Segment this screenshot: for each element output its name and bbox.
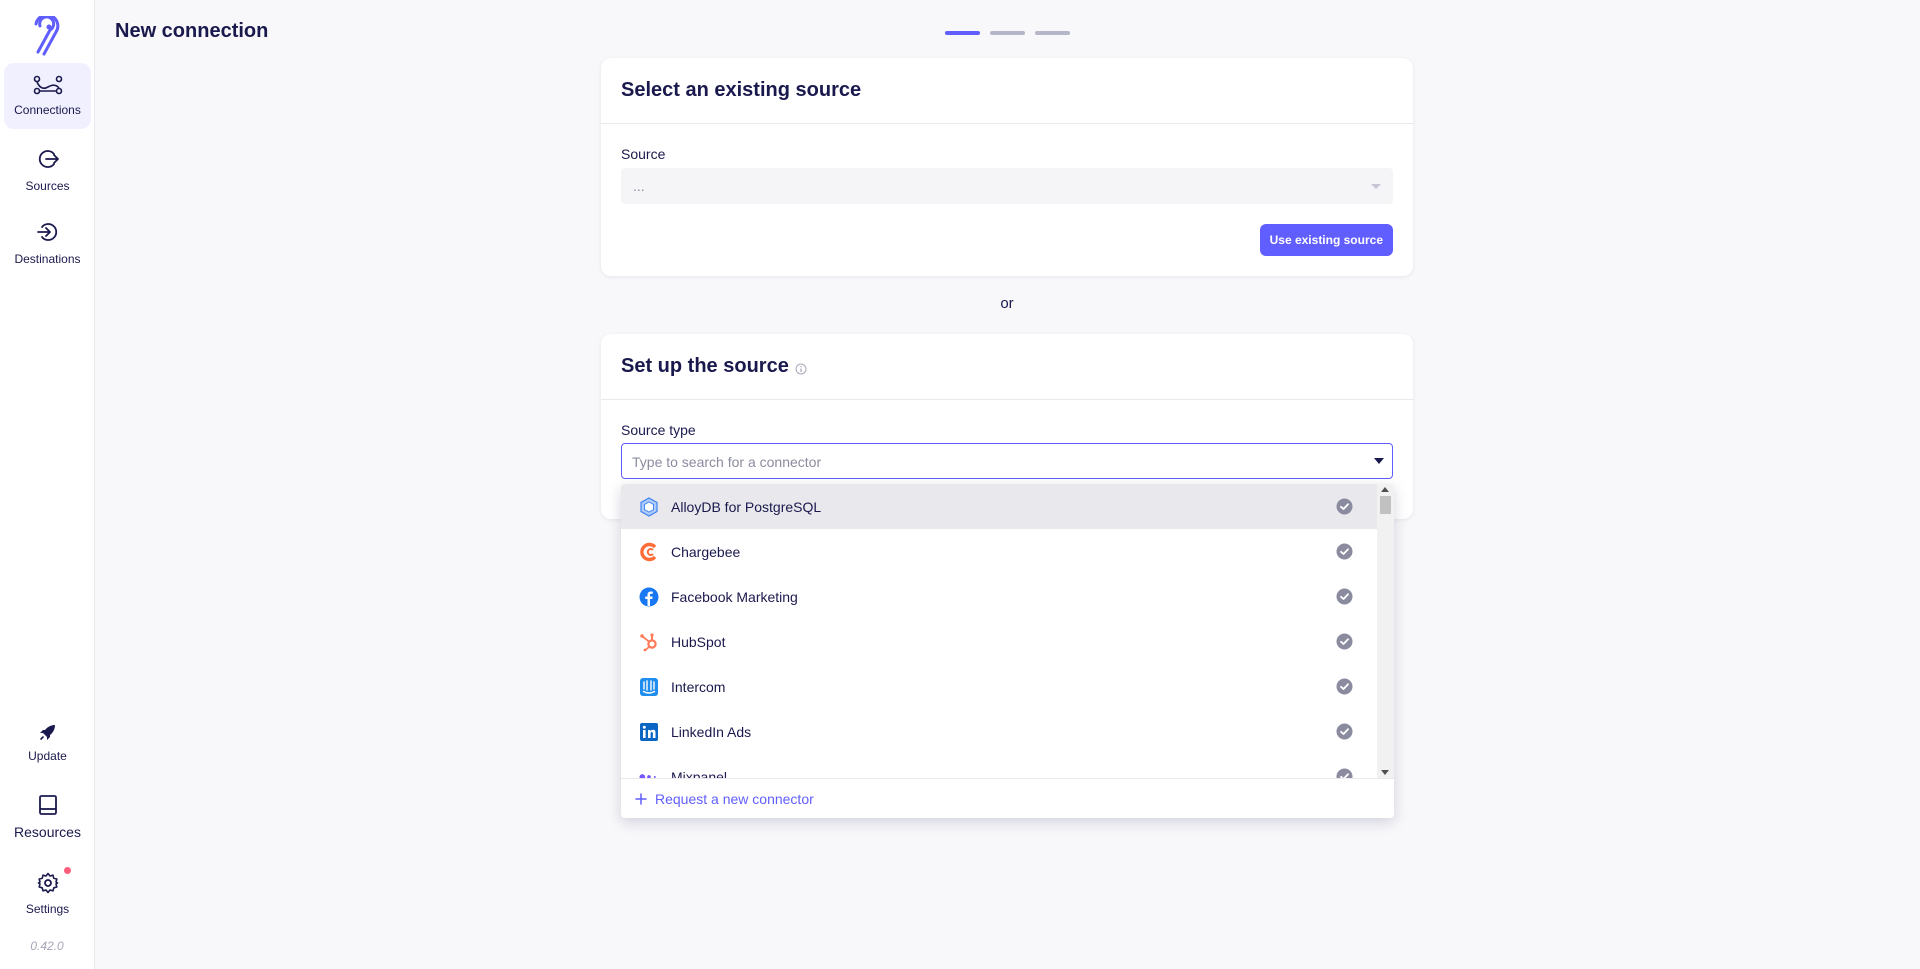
mixpanel-icon	[639, 767, 659, 778]
plus-icon	[635, 792, 647, 805]
certified-check-icon	[1336, 543, 1353, 560]
scroll-up-arrow-icon[interactable]	[1381, 487, 1389, 492]
connector-options: AlloyDB for PostgreSQL Chargebee Faceboo…	[621, 484, 1377, 778]
sidebar-item-label: Sources	[25, 179, 70, 193]
option-mixpanel[interactable]: Mixpanel	[621, 754, 1377, 778]
app-version: 0.42.0	[30, 939, 64, 953]
sources-icon	[38, 150, 59, 168]
existing-source-card: Select an existing source Source ... Use…	[601, 58, 1413, 276]
step-2	[990, 31, 1025, 35]
connector-search-input[interactable]	[622, 444, 1354, 480]
card-title: Select an existing source	[601, 58, 1413, 124]
request-label: Request a new connector	[655, 790, 814, 807]
notification-badge	[62, 865, 73, 876]
option-hubspot[interactable]: HubSpot	[621, 619, 1377, 664]
option-intercom[interactable]: Intercom	[621, 664, 1377, 709]
step-1	[945, 31, 980, 35]
option-label: Facebook Marketing	[671, 588, 798, 605]
option-label: Intercom	[671, 678, 726, 695]
intercom-icon	[639, 677, 659, 697]
sidebar-item-label: Connections	[14, 103, 81, 117]
alloydb-icon	[639, 496, 659, 517]
card-title: Set up the source	[621, 355, 789, 377]
certified-check-icon	[1336, 498, 1353, 515]
sidebar-item-resources[interactable]: Resources	[4, 784, 91, 850]
use-existing-source-button[interactable]: Use existing source	[1259, 224, 1393, 256]
sidebar-item-settings[interactable]: Settings	[4, 861, 91, 927]
card-header: Set up the source	[601, 334, 1413, 400]
step-3	[1035, 31, 1070, 35]
source-select: ...	[621, 168, 1393, 204]
sidebar: Connections Sources Destinations Update …	[0, 0, 95, 969]
connector-dropdown: AlloyDB for PostgreSQL Chargebee Faceboo…	[621, 484, 1394, 818]
certified-check-icon	[1336, 588, 1353, 605]
option-alloydb[interactable]: AlloyDB for PostgreSQL	[621, 484, 1377, 529]
source-select-value: ...	[633, 178, 645, 194]
connections-icon	[33, 75, 62, 95]
hubspot-icon	[639, 632, 659, 652]
source-type-select[interactable]	[621, 443, 1393, 480]
option-linkedin-ads[interactable]: LinkedIn Ads	[621, 709, 1377, 754]
source-type-label: Source type	[621, 422, 696, 438]
certified-check-icon	[1336, 723, 1353, 740]
linkedin-icon	[639, 722, 659, 742]
sidebar-item-label: Destinations	[14, 252, 81, 266]
rocket-icon	[39, 725, 55, 740]
option-chargebee[interactable]: Chargebee	[621, 529, 1377, 574]
destinations-icon	[36, 223, 57, 241]
scroll-down-arrow-icon[interactable]	[1381, 770, 1389, 775]
chargebee-icon	[639, 542, 659, 562]
certified-check-icon	[1336, 678, 1353, 695]
chevron-down-icon[interactable]	[1374, 458, 1384, 464]
page-title: New connection	[115, 20, 269, 42]
airbyte-logo-icon[interactable]	[28, 16, 66, 56]
dropdown-scrollbar[interactable]	[1377, 484, 1394, 778]
gear-icon	[37, 872, 58, 894]
sidebar-item-sources[interactable]: Sources	[4, 137, 91, 203]
sidebar-item-label: Resources	[14, 824, 81, 840]
sidebar-item-update[interactable]: Update	[4, 710, 91, 776]
certified-check-icon	[1336, 633, 1353, 650]
sidebar-item-destinations[interactable]: Destinations	[4, 210, 91, 276]
or-separator: or	[1000, 295, 1014, 312]
option-facebook-marketing[interactable]: Facebook Marketing	[621, 574, 1377, 619]
step-indicator	[945, 31, 1070, 35]
sidebar-item-label: Update	[28, 749, 67, 763]
book-icon	[38, 795, 57, 815]
request-new-connector-link[interactable]: Request a new connector	[621, 778, 1394, 818]
sidebar-item-label: Settings	[25, 902, 70, 916]
certified-check-icon	[1336, 768, 1353, 778]
option-label: Mixpanel	[671, 768, 728, 779]
option-label: LinkedIn Ads	[671, 723, 752, 740]
option-label: Chargebee	[671, 543, 741, 560]
source-label: Source	[621, 146, 666, 162]
chevron-down-icon	[1371, 184, 1381, 189]
scroll-thumb[interactable]	[1380, 496, 1391, 514]
option-label: HubSpot	[671, 633, 726, 650]
option-label: AlloyDB for PostgreSQL	[671, 498, 822, 515]
info-icon[interactable]	[795, 363, 807, 375]
sidebar-item-connections[interactable]: Connections	[4, 63, 91, 129]
facebook-icon	[639, 587, 659, 607]
